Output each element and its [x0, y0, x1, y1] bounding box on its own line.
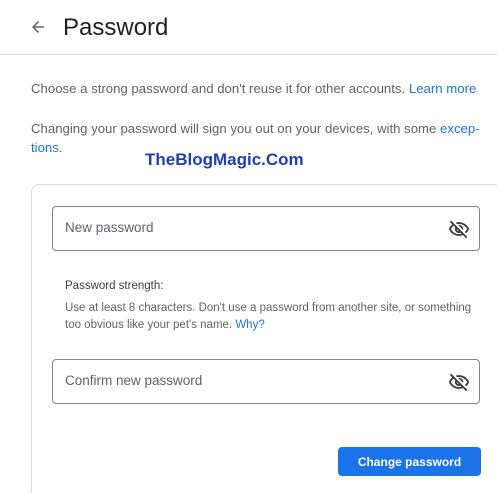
- confirm-password-field[interactable]: Confirm new password: [52, 359, 480, 404]
- page-header: Password: [0, 0, 497, 55]
- intro-text-body: Choose a strong password and don't reuse…: [31, 81, 406, 96]
- new-password-field[interactable]: New password: [52, 206, 480, 251]
- back-button[interactable]: [26, 15, 50, 39]
- password-strength-help-text: Use at least 8 characters. Don't use a p…: [65, 302, 472, 331]
- signout-note-text: Changing your password will sign you out…: [31, 121, 441, 136]
- page-title: Password: [63, 14, 169, 41]
- change-password-button[interactable]: Change password: [338, 447, 481, 476]
- new-password-placeholder: New password: [65, 220, 154, 235]
- why-link[interactable]: Why?: [235, 319, 264, 331]
- visibility-off-icon[interactable]: [448, 218, 470, 240]
- intro-text: Choose a strong password and don't reuse…: [31, 79, 497, 98]
- learn-more-link[interactable]: Learn more: [409, 81, 476, 96]
- password-strength-help: Use at least 8 characters. Don't use a p…: [65, 300, 485, 334]
- arrow-back-icon: [32, 21, 44, 33]
- password-page: Password Choose a strong password and do…: [0, 0, 497, 493]
- signout-note-end: .: [58, 140, 63, 155]
- watermark: TheBlogMagic.Com: [145, 150, 304, 169]
- password-strength-label: Password strength:: [65, 280, 164, 292]
- confirm-password-placeholder: Confirm new password: [65, 373, 203, 388]
- visibility-off-icon[interactable]: [448, 371, 470, 393]
